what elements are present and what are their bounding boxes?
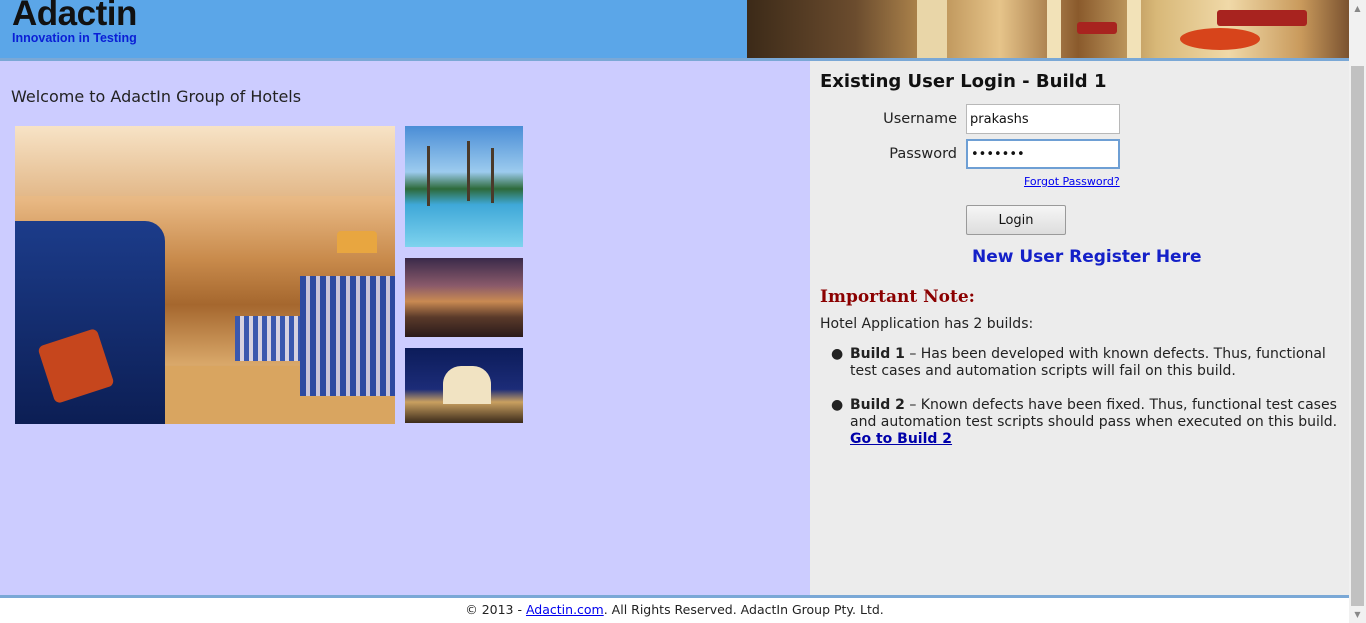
login-title: Existing User Login - Build 1 xyxy=(820,71,1107,92)
important-note-title: Important Note: xyxy=(820,287,975,307)
note-intro: Hotel Application has 2 builds: xyxy=(820,316,1034,332)
build-2-label: Build 2 xyxy=(850,397,905,413)
page-footer: © 2013 - Adactin.com. All Rights Reserve… xyxy=(0,598,1349,623)
pool-image xyxy=(405,126,523,247)
header-hotel-lobby-image xyxy=(747,0,1349,58)
scroll-up-arrow-icon[interactable]: ▲ xyxy=(1349,0,1366,17)
scrollbar-thumb[interactable] xyxy=(1351,66,1364,606)
list-item: ● Build 2 – Known defects have been fixe… xyxy=(820,397,1345,448)
go-to-build-2-link[interactable]: Go to Build 2 xyxy=(850,431,952,447)
build-1-label: Build 1 xyxy=(850,346,905,362)
footer-copyright: © 2013 - xyxy=(465,602,526,617)
logo-tagline: Innovation in Testing xyxy=(12,31,137,45)
bullet-icon: ● xyxy=(831,346,844,362)
page-scrollbar[interactable]: ▲ ▼ xyxy=(1349,0,1366,623)
adactin-logo[interactable]: Adactin Innovation in Testing xyxy=(12,0,137,45)
builds-list: ● Build 1 – Has been developed with know… xyxy=(820,346,1345,465)
password-label: Password xyxy=(889,146,957,162)
list-item: ● Build 1 – Has been developed with know… xyxy=(820,346,1345,380)
build-2-description: – Known defects have been fixed. Thus, f… xyxy=(850,397,1338,430)
login-panel: Existing User Login - Build 1 Username P… xyxy=(810,61,1349,595)
welcome-panel: Welcome to AdactIn Group of Hotels xyxy=(0,61,810,595)
login-button[interactable]: Login xyxy=(966,205,1066,235)
hotel-room-image xyxy=(15,126,395,424)
forgot-password-link[interactable]: Forgot Password? xyxy=(1024,175,1120,188)
footer-rights: . All Rights Reserved. AdactIn Group Pty… xyxy=(603,602,884,617)
welcome-heading: Welcome to AdactIn Group of Hotels xyxy=(11,87,302,106)
username-label: Username xyxy=(883,111,957,127)
password-input[interactable] xyxy=(966,139,1120,169)
username-input[interactable] xyxy=(966,104,1120,134)
footer-adactin-link[interactable]: Adactin.com xyxy=(526,602,604,617)
page-header: Adactin Innovation in Testing xyxy=(0,0,1349,58)
bullet-icon: ● xyxy=(831,397,844,413)
resort-tents-image xyxy=(405,258,523,337)
hotel-building-night-image xyxy=(405,348,523,423)
build-1-description: – Has been developed with known defects.… xyxy=(850,346,1326,379)
scroll-down-arrow-icon[interactable]: ▼ xyxy=(1349,606,1366,623)
logo-wordmark: Adactin xyxy=(12,0,137,33)
new-user-register-link[interactable]: New User Register Here xyxy=(972,247,1202,267)
